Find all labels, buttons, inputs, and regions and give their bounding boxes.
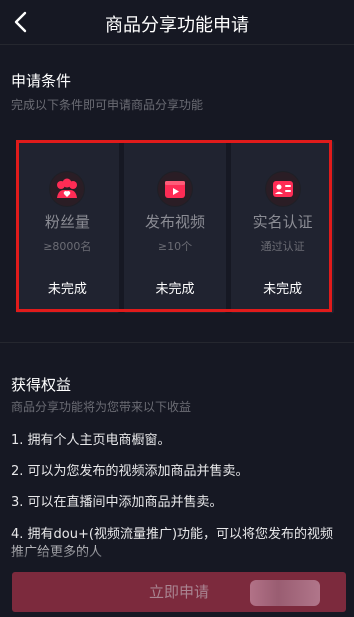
condition-card-video: 发布视频 ≥10个 未完成 <box>123 141 227 313</box>
condition-name: 发布视频 <box>145 213 206 231</box>
fans-icon <box>49 171 86 207</box>
condition-status: 未完成 <box>155 282 195 297</box>
section-divider <box>0 342 354 343</box>
benefit-item: 1. 拥有个人主页电商橱窗。 <box>11 433 171 448</box>
header: 商品分享功能申请 <box>0 0 354 44</box>
condition-requirement: ≥10个 <box>157 240 193 253</box>
conditions-cards: 粉丝量 ≥8000名 未完成 发布视频 ≥10个 未完成 实名认证 通过认证 未… <box>16 141 335 313</box>
benefit-item: 2. 可以为您发布的视频添加商品并售卖。 <box>11 464 249 479</box>
condition-card-fans: 粉丝量 ≥8000名 未完成 <box>16 141 119 313</box>
benefit-item: 3. 可以在直播间中添加商品并售卖。 <box>11 495 223 510</box>
conditions-title: 申请条件 <box>11 72 72 90</box>
page-title: 商品分享功能申请 <box>105 15 249 36</box>
condition-status: 未完成 <box>263 282 303 297</box>
condition-status: 未完成 <box>47 282 87 297</box>
condition-requirement: ≥8000名 <box>43 240 92 253</box>
condition-card-id: 实名认证 通过认证 未完成 <box>231 141 335 313</box>
condition-name: 实名认证 <box>252 213 313 231</box>
watermark-blur <box>250 580 320 606</box>
id-card-icon <box>264 171 301 207</box>
scroll-fade <box>0 540 354 570</box>
header-divider <box>0 44 354 45</box>
condition-name: 粉丝量 <box>44 213 90 231</box>
benefits-title: 获得权益 <box>11 376 72 394</box>
conditions-subtitle: 完成以下条件即可申请商品分享功能 <box>11 98 204 112</box>
benefits-subtitle: 商品分享功能将为您带来以下收益 <box>11 400 192 414</box>
condition-requirement: 通过认证 <box>260 240 305 253</box>
video-icon <box>157 171 193 207</box>
